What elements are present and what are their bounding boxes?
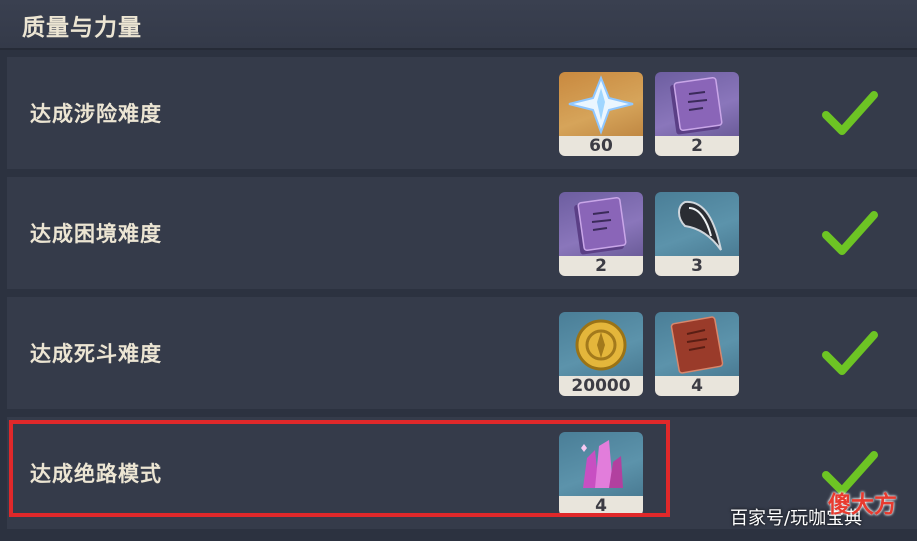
highlight-box [9, 420, 670, 517]
challenge-row: 达成死斗难度 20000 4 [7, 297, 917, 409]
purple-book-icon [559, 192, 643, 256]
reward-count: 2 [655, 136, 739, 156]
reward-item[interactable]: 60 [559, 72, 643, 156]
purple-book-icon [655, 72, 739, 136]
challenge-label: 达成死斗难度 [30, 342, 162, 366]
watermark-logo: 傻大方 [828, 492, 897, 518]
checkmark-icon [822, 91, 878, 135]
reward-count: 2 [559, 256, 643, 276]
horn-icon [655, 192, 739, 256]
reward-count: 4 [655, 376, 739, 396]
reward-count: 20000 [559, 376, 643, 396]
section-header: 质量与力量 [0, 0, 917, 50]
challenge-label: 达成困境难度 [30, 222, 162, 246]
section-title: 质量与力量 [22, 15, 142, 41]
primogem-icon [559, 72, 643, 136]
mora-coin-icon [559, 312, 643, 376]
reward-item[interactable]: 2 [655, 72, 739, 156]
reward-item[interactable]: 20000 [559, 312, 643, 396]
challenge-row: 达成涉险难度 60 2 [7, 57, 917, 169]
reward-item[interactable]: 4 [655, 312, 739, 396]
checkmark-icon [822, 211, 878, 255]
reward-item[interactable]: 2 [559, 192, 643, 276]
reward-count: 3 [655, 256, 739, 276]
reward-count: 60 [559, 136, 643, 156]
challenge-label: 达成涉险难度 [30, 102, 162, 126]
reward-item[interactable]: 3 [655, 192, 739, 276]
challenge-row: 达成困境难度 2 3 [7, 177, 917, 289]
checkmark-icon [822, 331, 878, 375]
red-book-icon [655, 312, 739, 376]
